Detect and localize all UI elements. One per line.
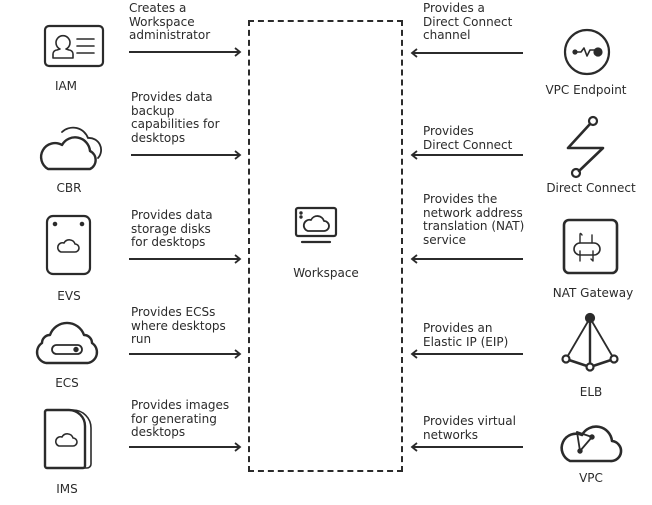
arrow-vpc-to-workspace xyxy=(410,442,523,452)
arrow-iam-to-workspace xyxy=(129,47,242,57)
arrow-nat-gateway-to-workspace xyxy=(410,254,523,264)
connector-arrows xyxy=(129,47,523,452)
arrow-ims-to-workspace xyxy=(129,442,242,452)
arrow-direct-connect-to-workspace xyxy=(410,150,523,160)
arrow-evs-to-workspace xyxy=(129,254,242,264)
arrow-ecs-to-workspace xyxy=(129,349,242,359)
arrow-vpc-endpoint-to-workspace xyxy=(410,48,523,58)
arrow-elb-to-workspace xyxy=(410,349,523,359)
arrow-cbr-to-workspace xyxy=(131,150,242,160)
